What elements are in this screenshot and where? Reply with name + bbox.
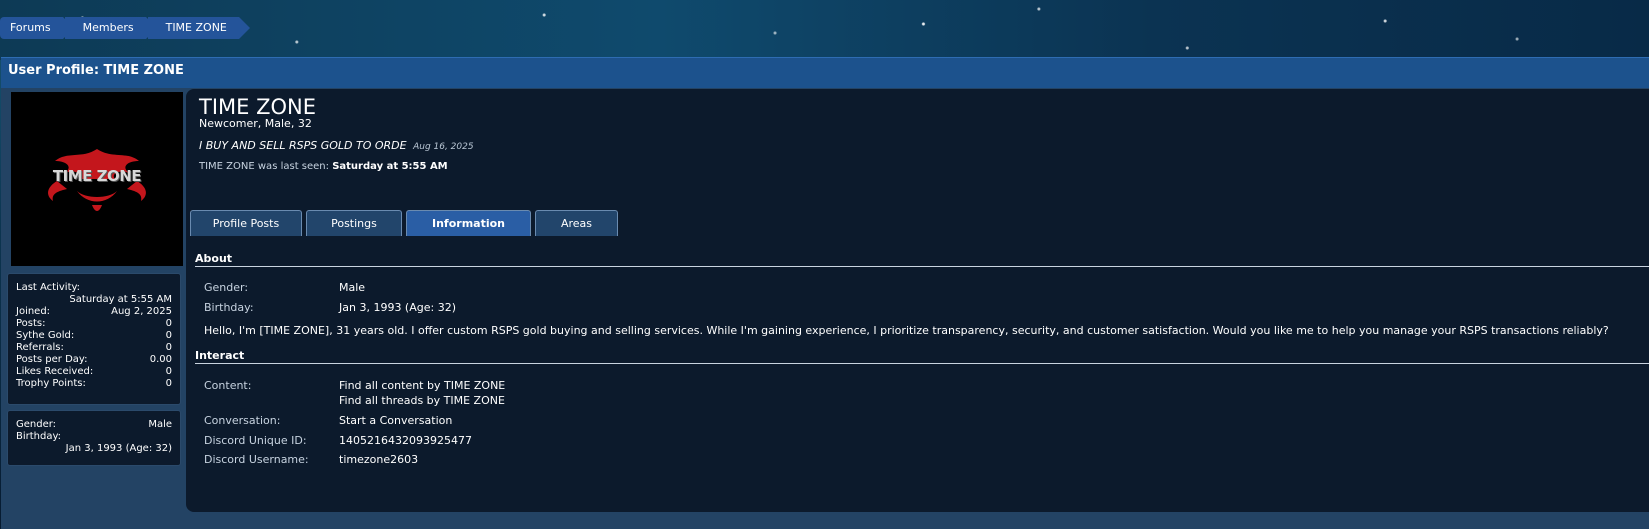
conversation-label: Conversation: [204, 414, 281, 427]
stat-label: Posts: [16, 318, 46, 329]
stat-value: 0 [165, 330, 172, 341]
stat-row-referrals: Referrals: 0 [16, 342, 172, 353]
stat-value: 0 [165, 378, 172, 389]
stat-row-joined: Joined: Aug 2, 2025 [16, 306, 172, 317]
stat-row-trophy-points: Trophy Points: 0 [16, 378, 172, 389]
discord-id-value: 1405216432093925477 [339, 434, 472, 447]
breadcrumb-current[interactable]: TIME ZONE [147, 17, 251, 39]
gender-label: Gender: [204, 281, 249, 294]
profile-username: TIME ZONE [199, 95, 316, 119]
breadcrumb: Forums Members TIME ZONE [0, 17, 251, 39]
stat-value: 0 [165, 318, 172, 329]
stat-value: Aug 2, 2025 [111, 306, 172, 317]
stat-row-likes-received: Likes Received: 0 [16, 366, 172, 377]
content-label: Content: [204, 379, 252, 392]
tab-postings[interactable]: Postings [306, 210, 402, 236]
profile-main-panel: TIME ZONE Newcomer, Male, 32 I BUY AND S… [186, 89, 1649, 512]
stat-label: Joined: [16, 306, 51, 317]
last-seen: TIME ZONE was last seen: Saturday at 5:5… [199, 161, 448, 172]
stat-value: 0 [165, 342, 172, 353]
find-all-content-link[interactable]: Find all content by TIME ZONE [339, 379, 505, 392]
stat-row-last-activity-value: Saturday at 5:55 AM [16, 294, 172, 305]
stat-row-last-activity: Last Activity: [16, 282, 172, 293]
about-heading: About [195, 252, 1649, 267]
info-value: Jan 3, 1993 (Age: 32) [65, 443, 172, 454]
info-value: Male [148, 419, 172, 430]
avatar-text: TIME ZONE [52, 167, 142, 185]
discord-username-label: Discord Username: [204, 453, 309, 466]
stat-row-sythe-gold: Sythe Gold: 0 [16, 330, 172, 341]
tab-areas[interactable]: Areas [535, 210, 618, 236]
interact-heading: Interact [195, 349, 1649, 364]
info-label: Gender: [16, 419, 57, 430]
start-conversation-link[interactable]: Start a Conversation [339, 414, 452, 427]
stat-row-posts: Posts: 0 [16, 318, 172, 329]
member-stats-box: Last Activity: Saturday at 5:55 AM Joine… [7, 273, 181, 405]
breadcrumb-forums[interactable]: Forums [0, 17, 74, 39]
stat-value: Saturday at 5:55 AM [69, 294, 172, 305]
tab-information[interactable]: Information [406, 210, 531, 236]
status-text: I BUY AND SELL RSPS GOLD TO ORDE [199, 139, 407, 152]
info-row-birthday: Birthday: [16, 431, 172, 442]
stat-label: Posts per Day: [16, 354, 88, 365]
discord-id-label: Discord Unique ID: [204, 434, 307, 447]
title-bar: User Profile: TIME ZONE [1, 57, 1649, 88]
birthday-label: Birthday: [204, 301, 254, 314]
discord-username-value: timezone2603 [339, 453, 419, 466]
member-info-box: Gender: Male Birthday: Jan 3, 1993 (Age:… [7, 410, 181, 466]
stat-value: 0.00 [149, 354, 172, 365]
info-label: Birthday: [16, 431, 62, 442]
user-title: Newcomer, Male, 32 [199, 117, 312, 130]
content-links: Find all content by TIME ZONE Find all t… [339, 379, 505, 407]
breadcrumb-members[interactable]: Members [64, 17, 157, 39]
avatar[interactable]: TIME ZONE [11, 92, 183, 266]
page-title: User Profile: TIME ZONE [8, 63, 184, 78]
stat-value: 0 [165, 366, 172, 377]
gender-value: Male [339, 281, 366, 294]
stat-label: Sythe Gold: [16, 330, 75, 341]
stat-label: Trophy Points: [16, 378, 86, 389]
info-row-birthday-value: Jan 3, 1993 (Age: 32) [16, 443, 172, 454]
birthday-value: Jan 3, 1993 (Age: 32) [339, 301, 456, 314]
profile-tabs: Profile Posts Postings Information Areas [190, 210, 618, 236]
stat-label: Likes Received: [16, 366, 94, 377]
find-all-threads-link[interactable]: Find all threads by TIME ZONE [339, 394, 505, 407]
tab-profile-posts[interactable]: Profile Posts [190, 210, 302, 236]
info-row-gender: Gender: Male [16, 419, 172, 430]
status-date[interactable]: Aug 16, 2025 [413, 142, 474, 152]
status-message: I BUY AND SELL RSPS GOLD TO ORDE Aug 16,… [199, 139, 474, 152]
avatar-logo: TIME ZONE [37, 139, 157, 219]
last-seen-value: Saturday at 5:55 AM [332, 161, 448, 172]
last-seen-label: TIME ZONE was last seen: [199, 161, 330, 172]
about-bio: Hello, I'm [TIME ZONE], 31 years old. I … [204, 324, 1609, 337]
stat-row-posts-per-day: Posts per Day: 0.00 [16, 354, 172, 365]
stat-label: Referrals: [16, 342, 64, 353]
stat-label: Last Activity: [16, 282, 81, 293]
